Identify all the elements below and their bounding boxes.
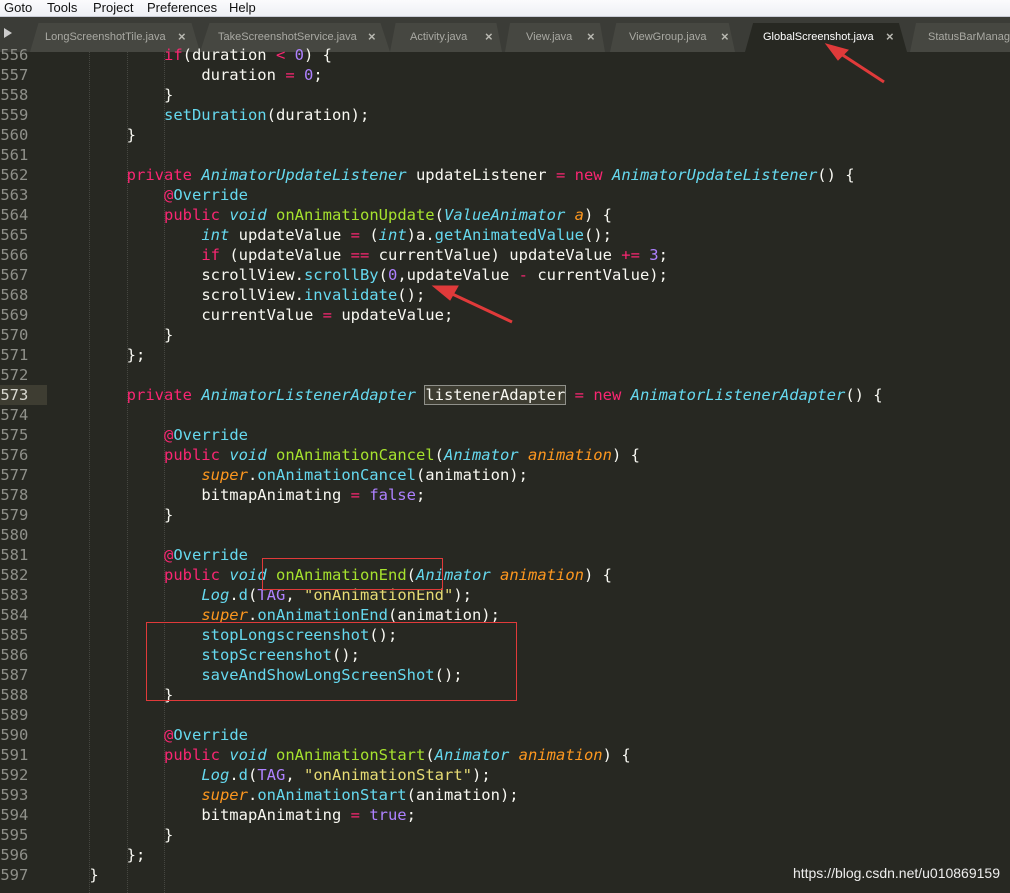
arrow-icon [837,50,885,84]
arrow-head-icon [431,285,459,301]
watermark: https://blog.csdn.net/u010869159 [792,865,1000,881]
annotation-arrows [431,43,885,324]
arrow-icon [447,290,513,324]
